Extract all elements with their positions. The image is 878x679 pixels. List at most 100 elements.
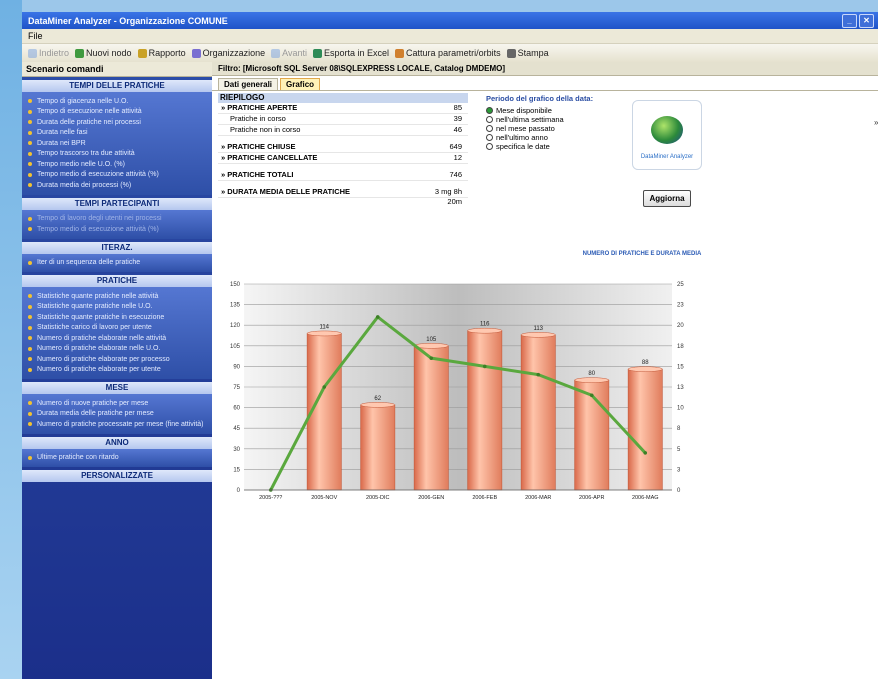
menu-bar: File xyxy=(22,29,878,44)
y-right-tick-label: 25 xyxy=(677,282,684,288)
radio-button[interactable] xyxy=(486,143,493,150)
sidebar-item[interactable]: Tempo di esecuzione nelle attività xyxy=(22,107,212,118)
bullet-icon xyxy=(28,357,32,362)
sidebar-section-header[interactable]: TEMPI PARTECIPANTI xyxy=(22,197,212,210)
bullet-icon xyxy=(28,130,32,135)
sidebar-item-label: Numero di pratiche elaborate nelle attiv… xyxy=(37,334,167,342)
sidebar-item[interactable]: Tempo di giacenza nelle U.O. xyxy=(22,96,212,107)
toolbar-button-6[interactable]: Esporta in Excel xyxy=(313,48,389,58)
sidebar-section-header[interactable]: ANNO xyxy=(22,436,212,449)
update-button[interactable]: Aggiorna xyxy=(643,190,691,207)
period-option[interactable]: nell'ultima settimana xyxy=(486,115,596,124)
capture-icon xyxy=(395,48,405,58)
sidebar-item-label: Statistiche quante pratiche nelle attivi… xyxy=(37,292,159,300)
chart: 0 15 30 45 60 75 90 105 120 135 150 0 3 5 8 10 13 15 18 20 2… xyxy=(218,276,698,516)
toolbar-button-2[interactable]: Nuovi nodo xyxy=(75,48,132,58)
radio-button[interactable] xyxy=(486,134,493,141)
tab-grafico[interactable]: Grafico xyxy=(280,78,321,90)
minimize-button[interactable]: _ xyxy=(842,13,857,28)
sidebar-item[interactable]: Durata media delle pratiche per mese xyxy=(22,409,212,420)
tab-dati-generali[interactable]: Dati generali xyxy=(218,78,279,90)
sidebar-item[interactable]: Ultime pratiche con ritardo xyxy=(22,453,212,464)
sidebar-item[interactable]: Numero di nuove pratiche per mese xyxy=(22,398,212,409)
line-point xyxy=(482,364,487,369)
period-option[interactable]: nell'ultimo anno xyxy=(486,133,596,142)
bar-top xyxy=(574,377,610,383)
sidebar-section-header[interactable]: ITERAZ. xyxy=(22,241,212,254)
period-option[interactable]: nel mese passato xyxy=(486,124,596,133)
summary-row: » DURATA MEDIA DELLE PRATICHE 3 mg 8h 20m xyxy=(218,187,468,206)
bullet-icon xyxy=(28,304,32,309)
radio-button[interactable] xyxy=(486,125,493,132)
bullet-icon xyxy=(28,346,32,351)
sidebar-section-header[interactable]: PERSONALIZZATE xyxy=(22,470,212,482)
sidebar-item[interactable]: Numero di pratiche elaborate per utente xyxy=(22,365,212,376)
sidebar-item[interactable]: Numero di pratiche processate per mese (… xyxy=(22,419,212,430)
summary-label: Pratiche non in corso xyxy=(230,125,301,134)
toolbar: Indietro Nuovi nodo Rapporto Organizzazione… xyxy=(22,44,878,63)
sidebar-item[interactable]: Tempo di lavoro degli utenti nei process… xyxy=(22,214,212,225)
sidebar-item[interactable]: Numero di pratiche elaborate nelle attiv… xyxy=(22,333,212,344)
sidebar-item[interactable]: Durata nelle fasi xyxy=(22,128,212,139)
sidebar-item-label: Durata nelle fasi xyxy=(37,129,88,137)
toolbar-button-1[interactable]: Indietro xyxy=(28,48,69,58)
sidebar-item[interactable]: Tempo medio nelle U.O. (%) xyxy=(22,159,212,170)
close-button[interactable]: ✕ xyxy=(859,13,874,28)
y-left-tick-label: 105 xyxy=(230,344,241,350)
sidebar-item[interactable]: Statistiche quante pratiche in esecuzion… xyxy=(22,312,212,323)
bar-top xyxy=(360,402,396,408)
new-node-icon xyxy=(75,48,85,58)
sidebar-section-header[interactable]: TEMPI DELLE PRATICHE xyxy=(22,80,212,92)
summary-label: Pratiche in corso xyxy=(230,114,286,123)
sidebar-section-body: Tempo di giacenza nelle U.O. Tempo di ese… xyxy=(22,92,212,195)
radio-button[interactable] xyxy=(486,116,493,123)
bullet-icon xyxy=(28,172,32,177)
toolbar-button-3[interactable]: Rapporto xyxy=(137,48,186,58)
sidebar-section-body: Statistiche quante pratiche nelle attivi… xyxy=(22,287,212,379)
sidebar-item[interactable]: Numero di pratiche elaborate per process… xyxy=(22,354,212,365)
bullet-icon xyxy=(28,183,32,188)
sidebar-item[interactable]: Tempo medio di esecuzione attività (%) xyxy=(22,224,212,235)
summary-value: 46 xyxy=(453,125,462,134)
sidebar-item[interactable]: Numero di pratiche elaborate nelle U.O. xyxy=(22,344,212,355)
sidebar-item[interactable]: Tempo trascorso tra due attività xyxy=(22,149,212,160)
sidebar-item[interactable]: Statistiche carico di lavoro per utente xyxy=(22,323,212,334)
dataminer-logo-icon xyxy=(651,116,683,144)
toolbar-button-8[interactable]: Stampa xyxy=(506,48,549,58)
bar-data-label: 114 xyxy=(319,324,329,330)
line-point xyxy=(536,372,541,377)
toolbar-button-5[interactable]: Avanti xyxy=(271,48,307,58)
sidebar-item-label: Statistiche quante pratiche nelle U.O. xyxy=(37,303,153,311)
forward-arrow-icon xyxy=(271,48,281,58)
toolbar-button-4[interactable]: Organizzazione xyxy=(191,48,265,58)
period-option[interactable]: specifica le date xyxy=(486,142,596,151)
menu-file[interactable]: File xyxy=(28,31,43,41)
sidebar-section-header[interactable]: MESE xyxy=(22,382,212,394)
bullet-icon xyxy=(28,227,32,232)
sidebar-item[interactable]: Durata delle pratiche nei processi xyxy=(22,117,212,128)
sidebar-item[interactable]: Statistiche quante pratiche nelle U.O. xyxy=(22,302,212,313)
chart-svg: 0 15 30 45 60 75 90 105 120 135 150 0 3 5 8 10 13 15 18 20 2… xyxy=(230,282,684,501)
desktop-background xyxy=(0,0,22,679)
sidebar-item[interactable]: Durata nei BPR xyxy=(22,138,212,149)
expand-arrow-icon[interactable]: » xyxy=(874,118,878,128)
excel-icon xyxy=(313,48,323,58)
period-option[interactable]: Mese disponibile xyxy=(486,106,596,115)
report-icon xyxy=(137,48,147,58)
sidebar-item[interactable]: Statistiche quante pratiche nelle attivi… xyxy=(22,291,212,302)
toolbar-button-label: Indietro xyxy=(39,48,70,58)
toolbar-button-7[interactable]: Cattura parametri/orbits xyxy=(395,48,501,58)
y-left-tick-label: 150 xyxy=(230,282,241,288)
sidebar-title: Scenario comandi xyxy=(22,62,212,77)
sidebar-item[interactable]: Durata media dei processi (%) xyxy=(22,180,212,191)
y-right-tick-label: 23 xyxy=(677,303,684,309)
bullet-icon xyxy=(28,109,32,114)
sidebar-section-header[interactable]: PRATICHE xyxy=(22,275,212,287)
sidebar-item[interactable]: Iter di un sequenza delle pratiche xyxy=(22,258,212,269)
sidebar-item[interactable]: Tempo medio di esecuzione attività (%) xyxy=(22,170,212,181)
period-option-label: nell'ultima settimana xyxy=(496,115,564,124)
bar-data-label: 88 xyxy=(642,360,649,366)
x-tick-label: 2005-DIC xyxy=(366,495,390,501)
radio-button[interactable] xyxy=(486,107,493,114)
x-tick-label: 2006-GEN xyxy=(418,495,444,501)
